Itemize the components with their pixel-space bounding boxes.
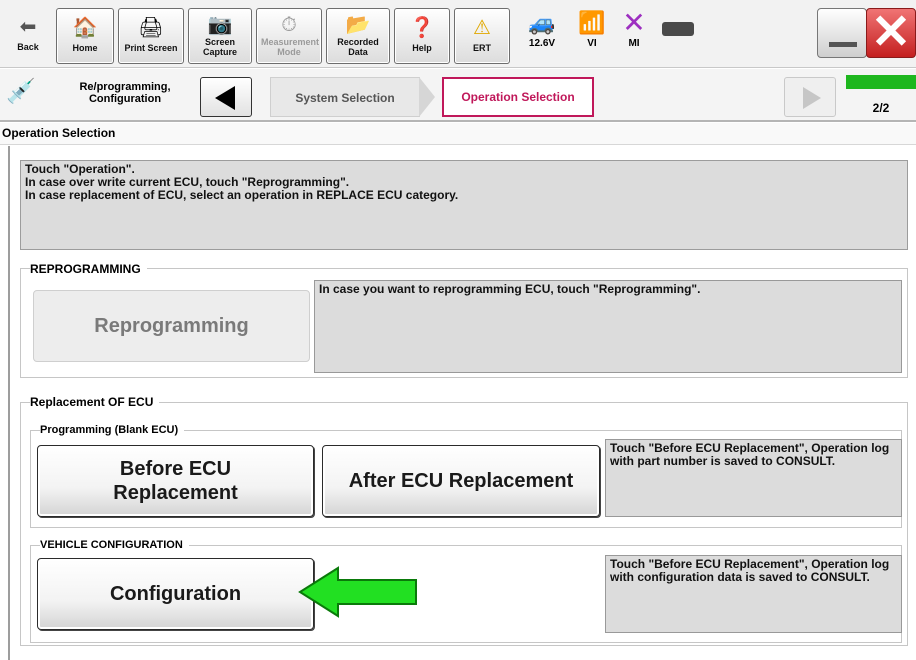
programming-description: Touch "Before ECU Replacement", Operatio… — [605, 439, 902, 517]
breadcrumb-operation-selection[interactable]: Operation Selection — [442, 77, 594, 117]
nav-forward-button[interactable] — [784, 77, 836, 117]
breadcrumb-arrow-icon — [419, 77, 435, 117]
back-button[interactable]: ⬅ Back — [6, 8, 50, 64]
nav-back-button[interactable] — [200, 77, 252, 117]
close-icon: ✕ — [870, 6, 912, 59]
instructions-box: Touch "Operation". In case over write cu… — [20, 160, 908, 250]
programming-blank-ecu-label: Programming (Blank ECU) — [40, 423, 185, 437]
close-button[interactable]: ✕ — [866, 8, 916, 58]
help-icon: ❓ — [409, 17, 435, 39]
reprogramming-description: In case you want to reprogramming ECU, t… — [314, 280, 902, 373]
reprogramming-button[interactable]: Reprogramming — [33, 290, 310, 362]
replacement-ecu-group-label: Replacement OF ECU — [30, 395, 160, 409]
home-button[interactable]: 🏠 Home — [56, 8, 114, 64]
print-screen-button[interactable]: 🖨 Print Screen — [118, 8, 184, 64]
right-triangle-icon — [803, 87, 821, 109]
after-ecu-replacement-button[interactable]: After ECU Replacement — [322, 445, 600, 517]
measurement-mode-button[interactable]: ⏱ Measurement Mode — [256, 8, 322, 64]
printer-icon: 🖨 — [138, 17, 164, 39]
green-arrow-icon — [298, 566, 417, 618]
reprogramming-icon: 💉 — [6, 78, 36, 105]
divider — [8, 146, 10, 660]
warning-icon: ⚠ — [473, 17, 491, 39]
breadcrumb-system-selection[interactable]: System Selection — [270, 77, 420, 117]
disconnected-icon: ✕ — [622, 7, 646, 38]
screen-capture-button[interactable]: 📷 Screen Capture — [188, 8, 252, 64]
instruction-line: In case replacement of ECU, select an op… — [25, 188, 459, 202]
gauge-icon: ⏱ — [281, 14, 297, 36]
minimize-icon — [829, 42, 857, 47]
configuration-button[interactable]: Configuration — [37, 558, 314, 630]
battery-icon — [662, 22, 694, 36]
ert-button[interactable]: ⚠ ERT — [454, 8, 510, 64]
help-button[interactable]: ❓ Help — [394, 8, 450, 64]
battery-voltage-indicator: 🚙 12.6V — [514, 6, 570, 64]
reprogramming-group-label: REPROGRAMMING — [30, 262, 147, 276]
page-number: 2/2 — [872, 101, 890, 115]
car-icon: 🚙 — [528, 10, 556, 35]
navigation-bar: 💉 Re/programming, Configuration System S… — [0, 69, 916, 122]
camera-icon: 📷 — [207, 14, 233, 36]
recorded-data-button[interactable]: 📂 Recorded Data — [326, 8, 390, 64]
signal-icon: 📶 — [578, 10, 606, 35]
recorded-data-icon: 📂 — [345, 14, 371, 36]
before-ecu-replacement-button[interactable]: Before ECU Replacement — [37, 445, 314, 517]
vi-indicator: 📶 VI — [572, 6, 612, 64]
minimize-button[interactable] — [817, 8, 867, 58]
page-indicator: 2/2 — [846, 75, 916, 119]
page-progress-bar — [846, 75, 916, 89]
battery-indicator — [658, 6, 698, 64]
back-arrow-icon: ⬅ — [19, 16, 37, 38]
left-triangle-icon — [215, 86, 235, 110]
vehicle-configuration-label: VEHICLE CONFIGURATION — [40, 538, 189, 552]
configuration-description: Touch "Before ECU Replacement", Operatio… — [605, 555, 902, 633]
home-icon: 🏠 — [72, 17, 98, 39]
mi-indicator: ✕ MI — [614, 6, 654, 64]
nav-title: Re/programming, Configuration — [79, 81, 171, 105]
page-title: Operation Selection — [0, 123, 916, 145]
top-toolbar: ⬅ Back 🏠 Home 🖨 Print Screen 📷 Screen Ca… — [0, 0, 916, 68]
